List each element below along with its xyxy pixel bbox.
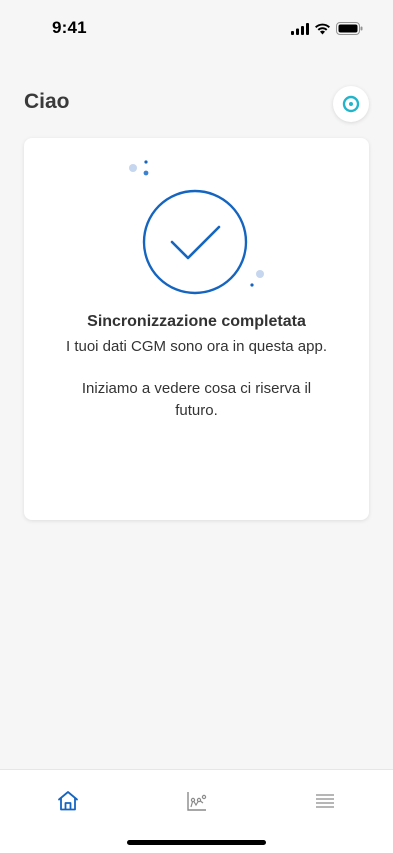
check-circle-icon [129, 160, 264, 295]
home-indicator [127, 840, 266, 845]
status-icons [291, 22, 363, 35]
sync-title: Sincronizzazione completata [87, 313, 306, 330]
sensor-icon [342, 95, 360, 113]
decor-dot [129, 164, 137, 172]
battery-icon [336, 22, 363, 35]
decor-dot [256, 270, 264, 278]
chart-icon [187, 792, 207, 811]
sensor-button[interactable] [333, 86, 369, 122]
tab-bar [0, 769, 393, 853]
decor-dot [250, 283, 254, 287]
tab-menu[interactable] [312, 788, 338, 814]
status-bar: 9:41 [0, 0, 393, 58]
home-icon [58, 791, 78, 811]
menu-icon [316, 794, 334, 808]
signal-icon [291, 22, 309, 35]
wifi-icon [315, 23, 330, 34]
sync-complete-card: Sincronizzazione completata I tuoi dati … [24, 138, 369, 520]
page-title: Ciao [24, 90, 70, 113]
sync-body: Iniziamo a vedere cosa ci riserva il fut… [81, 380, 312, 419]
decor-dot [144, 160, 148, 164]
decor-dot [143, 170, 149, 176]
tab-charts[interactable] [184, 788, 210, 814]
tab-home[interactable] [55, 788, 81, 814]
status-time: 9:41 [52, 18, 87, 37]
sync-subtitle: I tuoi dati CGM sono ora in questa app. [66, 338, 327, 355]
